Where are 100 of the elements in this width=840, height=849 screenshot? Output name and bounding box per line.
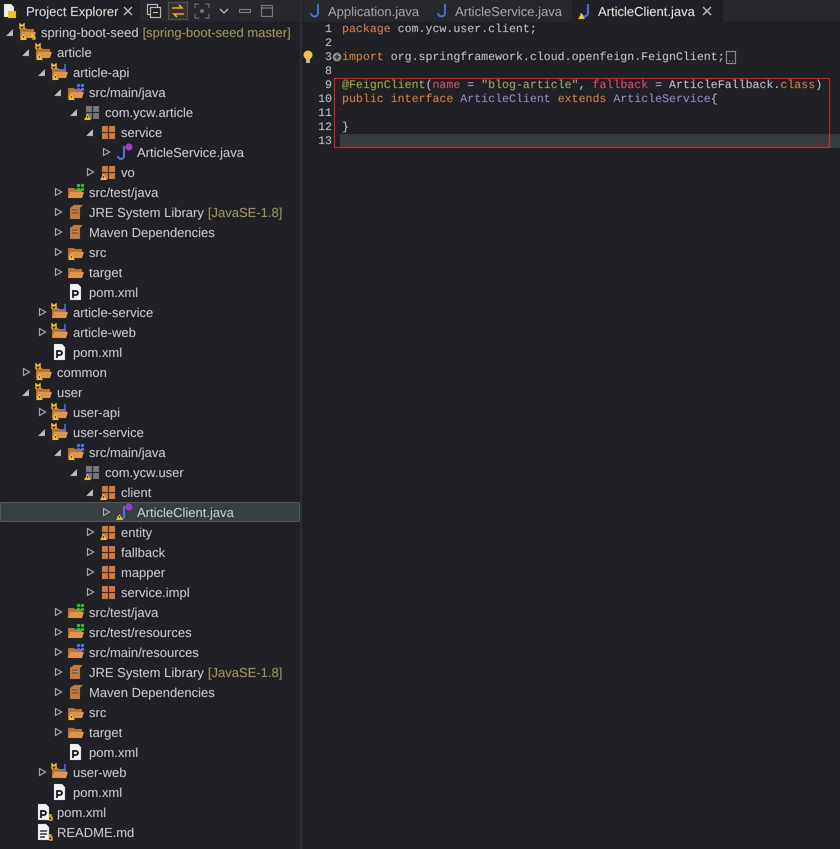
collapsed-triangle-icon[interactable] (85, 547, 95, 557)
collapsed-triangle-icon[interactable] (21, 367, 31, 377)
explorer-icon (2, 3, 18, 19)
tree-item[interactable]: ArticleClient.java (0, 502, 300, 522)
expanded-triangle-icon[interactable] (69, 467, 79, 477)
package-icon (99, 543, 117, 561)
collapsed-triangle-icon[interactable] (53, 707, 63, 717)
tree-item[interactable]: Maven Dependencies (0, 682, 300, 702)
collapsed-triangle-icon[interactable] (37, 307, 47, 317)
expanded-triangle-icon[interactable] (85, 127, 95, 137)
collapsed-triangle-icon[interactable] (53, 667, 63, 677)
tree-item[interactable]: src (0, 242, 300, 262)
fold-plus-icon[interactable] (332, 52, 342, 62)
lightbulb-icon[interactable] (302, 50, 314, 64)
close-icon[interactable] (122, 5, 134, 17)
editor-tab[interactable]: ArticleClient.java (572, 0, 723, 22)
editor-tab[interactable]: Application.java (302, 0, 430, 22)
tree-item[interactable]: user-api (0, 402, 300, 422)
tree-item[interactable]: src/test/java (0, 602, 300, 622)
collapsed-triangle-icon[interactable] (37, 407, 47, 417)
tree-item[interactable]: user-service (0, 422, 300, 442)
tree-item[interactable]: entity (0, 522, 300, 542)
tree-item[interactable]: service.impl (0, 582, 300, 602)
close-icon[interactable] (700, 5, 713, 17)
collapsed-triangle-icon[interactable] (85, 167, 95, 177)
tree-item[interactable]: src/main/resources (0, 642, 300, 662)
collapsed-triangle-icon[interactable] (53, 247, 63, 257)
tree-item[interactable]: src/main/java (0, 82, 300, 102)
tree-item[interactable]: pom.xml (0, 282, 300, 302)
tree-item[interactable]: vo (0, 162, 300, 182)
collapsed-triangle-icon[interactable] (101, 147, 111, 157)
editor-tab[interactable]: ArticleService.java (429, 0, 572, 22)
collapsed-triangle-icon[interactable] (53, 267, 63, 277)
explorer-tab[interactable]: Project Explorer (0, 0, 140, 22)
tree-item[interactable]: pom.xml (0, 342, 300, 362)
tree-item[interactable]: JRE System Library [JavaSE-1.8] (0, 202, 300, 222)
collapsed-triangle-icon[interactable] (53, 207, 63, 217)
tree-item[interactable]: spring-boot-seed [spring-boot-seed master] (0, 22, 300, 42)
collapsed-triangle-icon[interactable] (85, 587, 95, 597)
tree-item[interactable]: JRE System Library [JavaSE-1.8] (0, 662, 300, 682)
collapsed-triangle-icon[interactable] (53, 227, 63, 237)
package-icon (99, 123, 117, 141)
java-interface-icon (115, 143, 133, 161)
java-project-icon (51, 303, 69, 321)
tree-item[interactable]: pom.xml (0, 742, 300, 762)
tree-item[interactable]: article-web (0, 322, 300, 342)
tree-item[interactable]: src (0, 702, 300, 722)
expanded-triangle-icon[interactable] (53, 447, 63, 457)
expanded-triangle-icon[interactable] (53, 87, 63, 97)
tree-item[interactable]: article-service (0, 302, 300, 322)
tree-item[interactable]: article-api (0, 62, 300, 82)
collapsed-triangle-icon[interactable] (101, 507, 111, 517)
expanded-triangle-icon[interactable] (37, 67, 47, 77)
tree-item[interactable]: Maven Dependencies (0, 222, 300, 242)
tree-item[interactable]: README.md (0, 822, 300, 842)
tree-item[interactable]: service (0, 122, 300, 142)
tree-item[interactable]: mapper (0, 562, 300, 582)
expanded-triangle-icon[interactable] (21, 47, 31, 57)
tree-item[interactable]: pom.xml (0, 782, 300, 802)
expanded-triangle-icon[interactable] (5, 27, 15, 37)
tree-item[interactable]: ArticleService.java (0, 142, 300, 162)
collapsed-triangle-icon[interactable] (53, 627, 63, 637)
package-icon (99, 583, 117, 601)
tree-item[interactable]: src/main/java (0, 442, 300, 462)
tree-item[interactable]: com.ycw.article (0, 102, 300, 122)
collapsed-triangle-icon[interactable] (85, 527, 95, 537)
library-icon (67, 663, 85, 681)
tree-item[interactable]: user-web (0, 762, 300, 782)
tree-item[interactable]: com.ycw.user (0, 462, 300, 482)
folded-code-icon[interactable] (726, 50, 736, 64)
library-icon (67, 203, 85, 221)
line-number: 2 (324, 36, 332, 50)
tree-item[interactable]: pom.xml (0, 802, 300, 822)
tree-item[interactable]: src/test/java (0, 182, 300, 202)
expanded-triangle-icon[interactable] (21, 387, 31, 397)
collapsed-triangle-icon[interactable] (53, 727, 63, 737)
collapsed-triangle-icon[interactable] (85, 567, 95, 577)
collapsed-triangle-icon[interactable] (53, 687, 63, 697)
expanded-triangle-icon[interactable] (69, 107, 79, 117)
expanded-triangle-icon[interactable] (37, 427, 47, 437)
link-editor-icon[interactable] (168, 2, 188, 20)
tree-item[interactable]: common (0, 362, 300, 382)
expanded-triangle-icon[interactable] (85, 487, 95, 497)
tree-item[interactable]: client (0, 482, 300, 502)
collapsed-triangle-icon[interactable] (53, 187, 63, 197)
tree-item[interactable]: fallback (0, 542, 300, 562)
focus-icon[interactable] (192, 2, 212, 20)
collapsed-triangle-icon[interactable] (37, 767, 47, 777)
tree-item[interactable]: article (0, 42, 300, 62)
collapsed-triangle-icon[interactable] (53, 647, 63, 657)
line-number: 12 (317, 120, 332, 134)
tree-item[interactable]: target (0, 722, 300, 742)
collapsed-triangle-icon[interactable] (53, 607, 63, 617)
collapsed-triangle-icon[interactable] (37, 327, 47, 337)
line-number: 9 (324, 78, 332, 92)
java-file-icon (308, 3, 322, 19)
tree-item[interactable]: target (0, 262, 300, 282)
tree-item[interactable]: src/test/resources (0, 622, 300, 642)
tree-item[interactable]: user (0, 382, 300, 402)
line-number: 3 (324, 50, 332, 64)
